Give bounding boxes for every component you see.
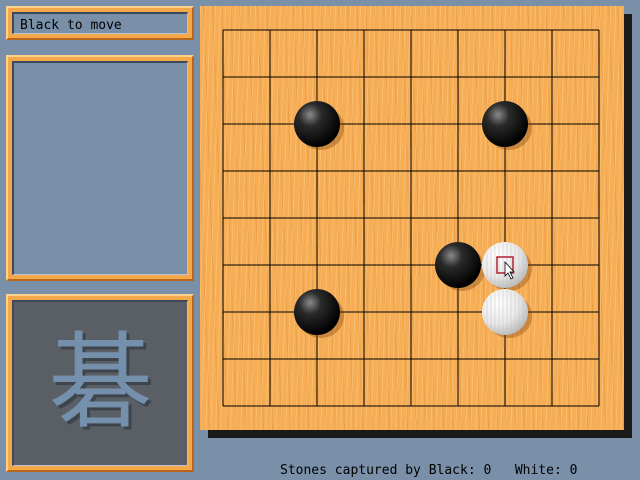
status-display: Black to move bbox=[12, 12, 188, 34]
logo-area: 碁 bbox=[12, 300, 188, 466]
white-captures-label: White: bbox=[514, 463, 562, 478]
black-stone[interactable] bbox=[294, 101, 340, 147]
status-text: Black to move bbox=[20, 18, 122, 33]
black-captures-label: Stones captured by Black: bbox=[280, 463, 476, 478]
black-captures-count: 0 bbox=[483, 463, 492, 478]
black-stone[interactable] bbox=[482, 101, 528, 147]
move-log-panel bbox=[6, 55, 194, 281]
board-grid[interactable] bbox=[200, 6, 624, 430]
logo-panel: 碁 bbox=[6, 294, 194, 472]
black-stone[interactable] bbox=[435, 242, 481, 288]
move-log-area bbox=[12, 61, 188, 275]
black-stone[interactable] bbox=[294, 289, 340, 335]
white-captures-count: 0 bbox=[569, 463, 578, 478]
capture-status: Stones captured by Black: 0 White: 0 bbox=[280, 463, 577, 478]
white-stone[interactable] bbox=[482, 289, 528, 335]
go-kanji-logo: 碁 bbox=[48, 321, 153, 443]
go-board[interactable] bbox=[200, 6, 624, 430]
status-panel: Black to move bbox=[6, 6, 194, 40]
